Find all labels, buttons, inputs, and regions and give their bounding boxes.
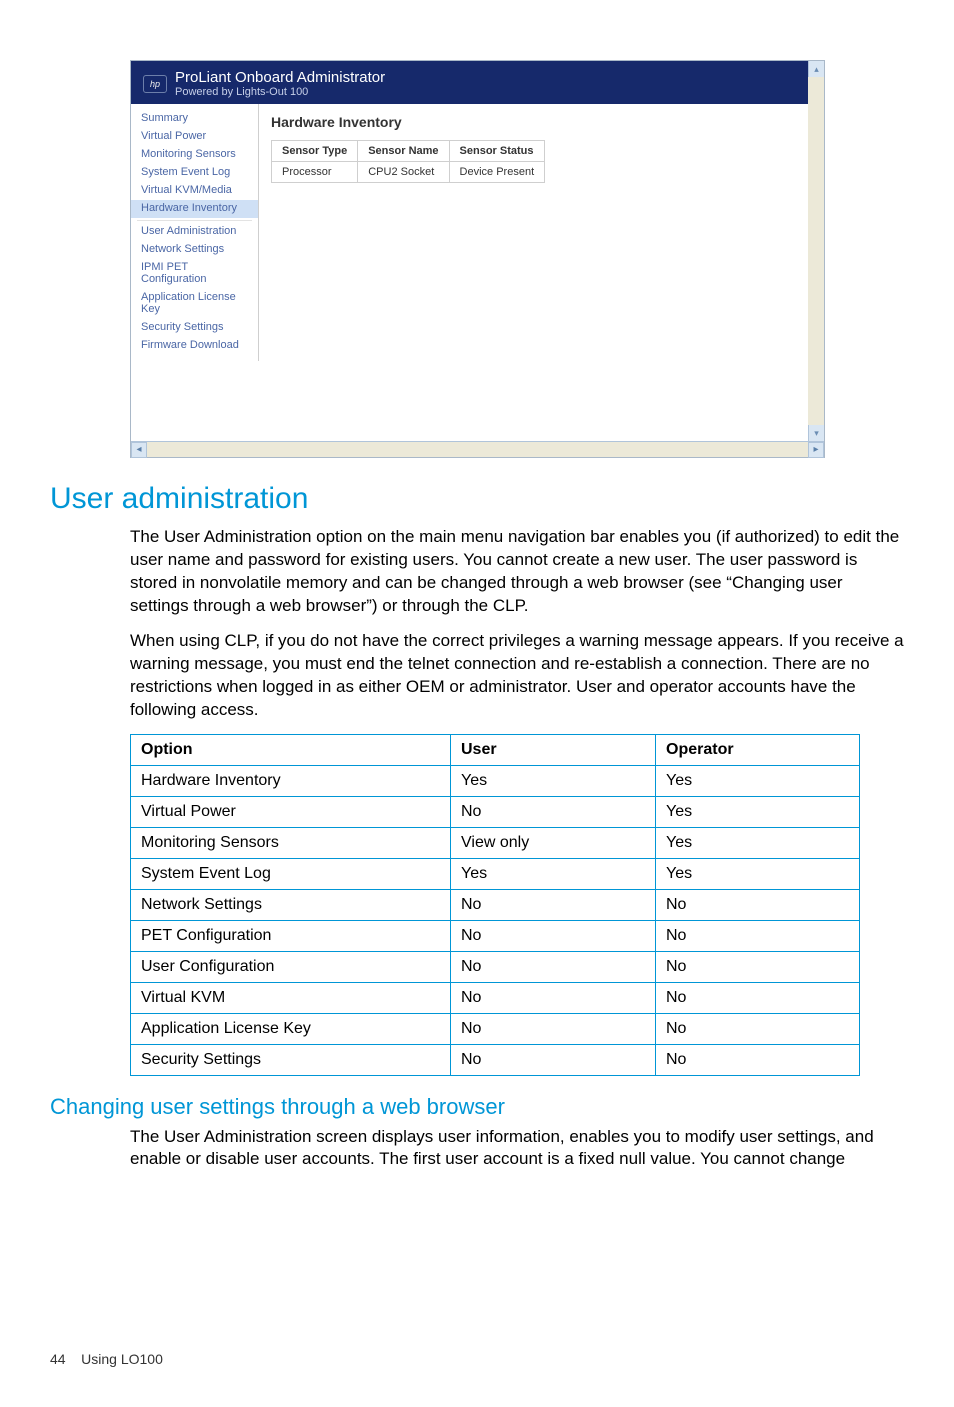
col-sensor-name: Sensor Name [358,141,449,162]
brand-title: ProLiant Onboard Administrator [175,69,385,86]
nav-ipmi-pet-configuration[interactable]: IPMI PET Configuration [131,259,258,289]
page-footer: 44 Using LO100 [50,1351,904,1367]
table-row: PET ConfigurationNoNo [131,920,860,951]
col-operator: Operator [656,734,860,765]
cell-sensor-name: CPU2 Socket [358,162,449,183]
scrollbar-right-icon[interactable]: ▸ [808,442,824,458]
heading-changing-user-settings: Changing user settings through a web bro… [50,1094,904,1120]
table-row: Processor CPU2 Socket Device Present [272,162,545,183]
col-option: Option [131,734,451,765]
body-paragraph: The User Administration screen displays … [130,1126,904,1172]
table-row: Network SettingsNoNo [131,889,860,920]
embedded-screenshot: ▴ ▾ hp ProLiant Onboard Administrator Po… [130,60,825,458]
scrollbar-up-icon[interactable]: ▴ [808,61,824,77]
brand-bar: hp ProLiant Onboard Administrator Powere… [131,61,808,104]
side-nav: Summary Virtual Power Monitoring Sensors… [131,104,259,361]
col-sensor-status: Sensor Status [449,141,545,162]
horizontal-scrollbar[interactable]: ◂ ▸ [131,441,824,457]
nav-virtual-power[interactable]: Virtual Power [131,128,258,146]
table-header-row: Option User Operator [131,734,860,765]
page-number: 44 [50,1351,66,1367]
content-area: Hardware Inventory Sensor Type Sensor Na… [259,104,557,361]
table-row: Monitoring SensorsView onlyYes [131,827,860,858]
nav-network-settings[interactable]: Network Settings [131,241,258,259]
scrollbar-left-icon[interactable]: ◂ [131,442,147,458]
app-body: Summary Virtual Power Monitoring Sensors… [131,104,808,361]
table-row: System Event LogYesYes [131,858,860,889]
col-sensor-type: Sensor Type [272,141,358,162]
content-heading: Hardware Inventory [271,114,545,130]
heading-user-administration: User administration [50,482,904,516]
nav-monitoring-sensors[interactable]: Monitoring Sensors [131,146,258,164]
nav-divider [137,220,252,221]
table-row: Virtual KVMNoNo [131,982,860,1013]
body-paragraph: When using CLP, if you do not have the c… [130,630,904,722]
nav-firmware-download[interactable]: Firmware Download [131,337,258,355]
table-header-row: Sensor Type Sensor Name Sensor Status [272,141,545,162]
nav-hardware-inventory[interactable]: Hardware Inventory [131,200,258,218]
app-window: hp ProLiant Onboard Administrator Powere… [131,61,808,441]
hp-logo-icon: hp [143,75,167,93]
nav-user-administration[interactable]: User Administration [131,223,258,241]
table-row: Virtual PowerNoYes [131,796,860,827]
table-row: Application License KeyNoNo [131,1013,860,1044]
nav-summary[interactable]: Summary [131,110,258,128]
nav-security-settings[interactable]: Security Settings [131,319,258,337]
table-row: Hardware InventoryYesYes [131,765,860,796]
nav-application-license-key[interactable]: Application License Key [131,289,258,319]
permissions-table: Option User Operator Hardware InventoryY… [130,734,860,1076]
scrollbar-down-icon[interactable]: ▾ [808,425,824,441]
nav-virtual-kvm-media[interactable]: Virtual KVM/Media [131,182,258,200]
brand-subtitle: Powered by Lights-Out 100 [175,86,385,98]
table-row: User ConfigurationNoNo [131,951,860,982]
col-user: User [451,734,656,765]
cell-sensor-type: Processor [272,162,358,183]
inventory-table: Sensor Type Sensor Name Sensor Status Pr… [271,140,545,183]
cell-sensor-status: Device Present [449,162,545,183]
table-row: Security SettingsNoNo [131,1044,860,1075]
footer-section: Using LO100 [81,1351,163,1367]
nav-system-event-log[interactable]: System Event Log [131,164,258,182]
body-paragraph: The User Administration option on the ma… [130,526,904,618]
